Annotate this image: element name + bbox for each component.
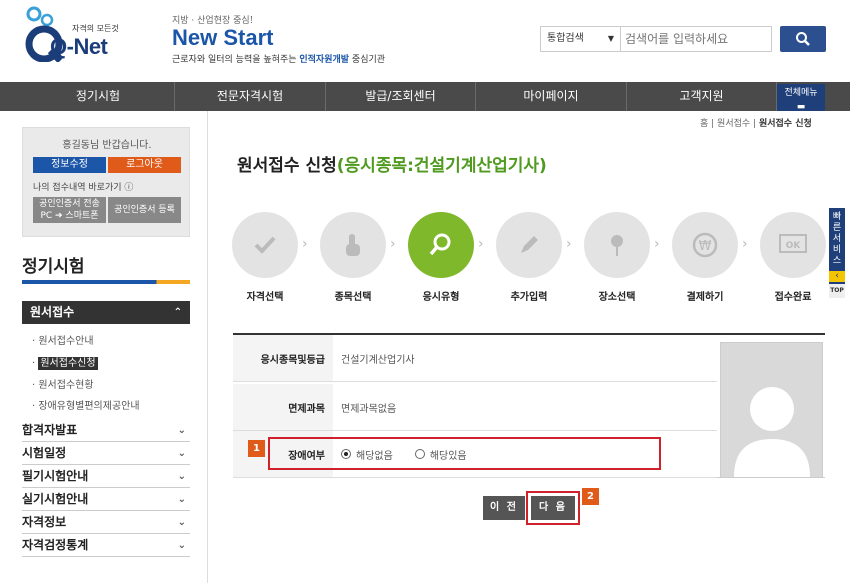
nav-issue-center[interactable]: 발급/조회센터	[326, 82, 476, 111]
chevron-down-icon: ⌄	[177, 517, 186, 528]
chevron-left-icon: ‹	[829, 271, 845, 282]
cert-register-button[interactable]: 공인인증서 등록	[108, 197, 181, 223]
breadcrumb-home[interactable]: 홈	[700, 119, 708, 129]
submenu-disability-guide[interactable]: · 장애유형별편의제공안내	[32, 397, 140, 412]
submenu-application-guide[interactable]: · 원서접수안내	[32, 332, 94, 347]
greeting: 홍길동님 반갑습니다.	[62, 140, 152, 151]
chevron-down-icon: ⌄	[177, 471, 186, 482]
menu-written-exam[interactable]: 필기시험안내 ⌄	[22, 465, 190, 488]
chevron-down-icon: ▼	[607, 34, 614, 43]
all-menu-button[interactable]: 전체메뉴 ▬	[777, 84, 825, 112]
nav-regular-exam[interactable]: 정기시험	[22, 82, 175, 111]
nav-professional-exam[interactable]: 전문자격시험	[175, 82, 326, 111]
location-pin-icon	[611, 235, 623, 256]
svg-text:OK: OK	[786, 241, 802, 251]
menu-practical-exam[interactable]: 실기시험안내 ⌄	[22, 488, 190, 511]
highlight-box-2	[526, 491, 580, 525]
chevron-right-icon: ›	[302, 236, 308, 252]
cert-transfer-button[interactable]: 공인인증서 전송 PC ➔ 스마트폰	[33, 197, 106, 223]
chevron-down-icon: ⌄	[177, 494, 186, 505]
magnifier-icon	[429, 233, 451, 256]
logout-button[interactable]: 로그아웃	[108, 157, 181, 173]
submenu-application-request[interactable]: · 원서접수신청	[32, 354, 98, 370]
won-coin-icon: ₩	[692, 232, 718, 258]
logo-tagline: 자격의 모든것	[72, 24, 119, 33]
progress-steps: 자격선택 › 종목선택 › 응시유형 › 추가입력 › 장소선택 › ₩ 결제하…	[230, 212, 830, 304]
prev-button[interactable]: 이 전	[483, 496, 525, 520]
page-title: 원서접수 신청(응시종목:건설기계산업기사)	[237, 156, 547, 176]
step-exam-type: 응시유형	[406, 212, 476, 303]
check-icon	[254, 236, 276, 254]
info-edit-button[interactable]: 정보수정	[33, 157, 106, 173]
form-label-item: 응시종목및등급	[233, 335, 333, 381]
menu-application[interactable]: 원서접수 ⌃	[22, 301, 190, 324]
menu-pass-announcement[interactable]: 합격자발표 ⌄	[22, 419, 190, 442]
form-value-item: 건설기계산업기사	[341, 354, 415, 366]
chevron-down-icon: ⌄	[177, 540, 186, 551]
form-label-exemption: 면제과목	[233, 384, 333, 430]
section-title: 정기시험	[22, 257, 85, 277]
chevron-down-icon: ⌄	[177, 425, 186, 436]
annotation-badge-2: 2	[582, 488, 599, 505]
search-input[interactable]	[620, 26, 772, 52]
applicant-photo	[720, 342, 823, 478]
login-box: 홍길동님 반갑습니다. 정보수정 로그아웃 나의 접수내역 바로가기 ⓘ 공인인…	[22, 127, 190, 237]
promo-title: New Start	[172, 25, 274, 50]
menu-exam-schedule[interactable]: 시험일정 ⌄	[22, 442, 190, 465]
step-location: 장소선택	[582, 212, 652, 303]
form-value-exemption: 면제과목없음	[341, 403, 397, 415]
annotation-badge-1: 1	[248, 440, 265, 457]
pointer-icon	[346, 234, 360, 256]
form-row-item: 응시종목및등급 건설기계산업기사	[233, 335, 717, 382]
chevron-right-icon: ›	[566, 236, 572, 252]
chevron-down-icon: ⌄	[177, 448, 186, 459]
main-nav: 정기시험 전문자격시험 발급/조회센터 마이페이지 고객지원 전체메뉴 ▬	[0, 82, 850, 112]
nav-customer-support[interactable]: 고객지원	[627, 82, 777, 111]
chevron-right-icon: ⓘ	[124, 183, 134, 193]
step-item-select: 종목선택	[318, 212, 388, 303]
form-row-exemption: 면제과목 면제과목없음	[233, 384, 717, 431]
breadcrumb: 홈 | 원서접수 | 원서접수 신청	[700, 119, 812, 129]
menu-statistics[interactable]: 자격검정통계 ⌄	[22, 534, 190, 557]
left-sidebar: 홍길동님 반갑습니다. 정보수정 로그아웃 나의 접수내역 바로가기 ⓘ 공인인…	[0, 111, 208, 583]
breadcrumb-level1[interactable]: 원서접수	[717, 119, 750, 129]
step-complete: OK 접수완료	[758, 212, 828, 303]
chevron-up-icon: ⌃	[173, 307, 182, 318]
step-additional-input: 추가입력	[494, 212, 564, 303]
header: 자격의 모든것 Q-Net 지방 · 산업현장 중심! New Start 근로…	[0, 0, 850, 82]
qnet-logo[interactable]: 자격의 모든것 Q-Net	[22, 6, 122, 66]
svg-text:₩: ₩	[699, 239, 712, 254]
my-applications-link[interactable]: 나의 접수내역 바로가기 ⓘ	[33, 180, 133, 193]
highlight-box-1	[268, 437, 661, 470]
promo-banner: 지방 · 산업현장 중심! New Start 근로자와 일터의 능력을 높혀주…	[172, 13, 385, 65]
step-qualification: 자격선택	[230, 212, 300, 303]
chevron-right-icon: ›	[390, 236, 396, 252]
promo-desc: 근로자와 일터의 능력을 높혀주는 인적자원개발 중심기관	[172, 55, 386, 65]
step-payment: ₩ 결제하기	[670, 212, 740, 303]
nav-mypage[interactable]: 마이페이지	[476, 82, 627, 111]
breadcrumb-current: 원서접수 신청	[758, 119, 812, 129]
pencil-icon	[521, 236, 538, 253]
logo-brand: Q-Net	[50, 34, 108, 59]
ok-monitor-icon: OK	[779, 234, 807, 253]
menu-qualification-info[interactable]: 자격정보 ⌄	[22, 511, 190, 534]
top-button[interactable]: TOP	[829, 284, 845, 298]
menu-icon: ▬	[796, 102, 806, 112]
chevron-right-icon: ›	[742, 236, 748, 252]
chevron-right-icon: ›	[654, 236, 660, 252]
search-icon	[796, 32, 810, 46]
submenu-application-status[interactable]: · 원서접수현황	[32, 376, 94, 391]
search-button[interactable]	[780, 26, 826, 52]
section-divider	[22, 280, 190, 284]
chevron-right-icon: ›	[478, 236, 484, 252]
person-silhouette-icon	[733, 387, 810, 477]
search-scope-select[interactable]: 통합검색 ▼	[540, 26, 620, 52]
search-bar: 통합검색 ▼	[540, 26, 826, 52]
